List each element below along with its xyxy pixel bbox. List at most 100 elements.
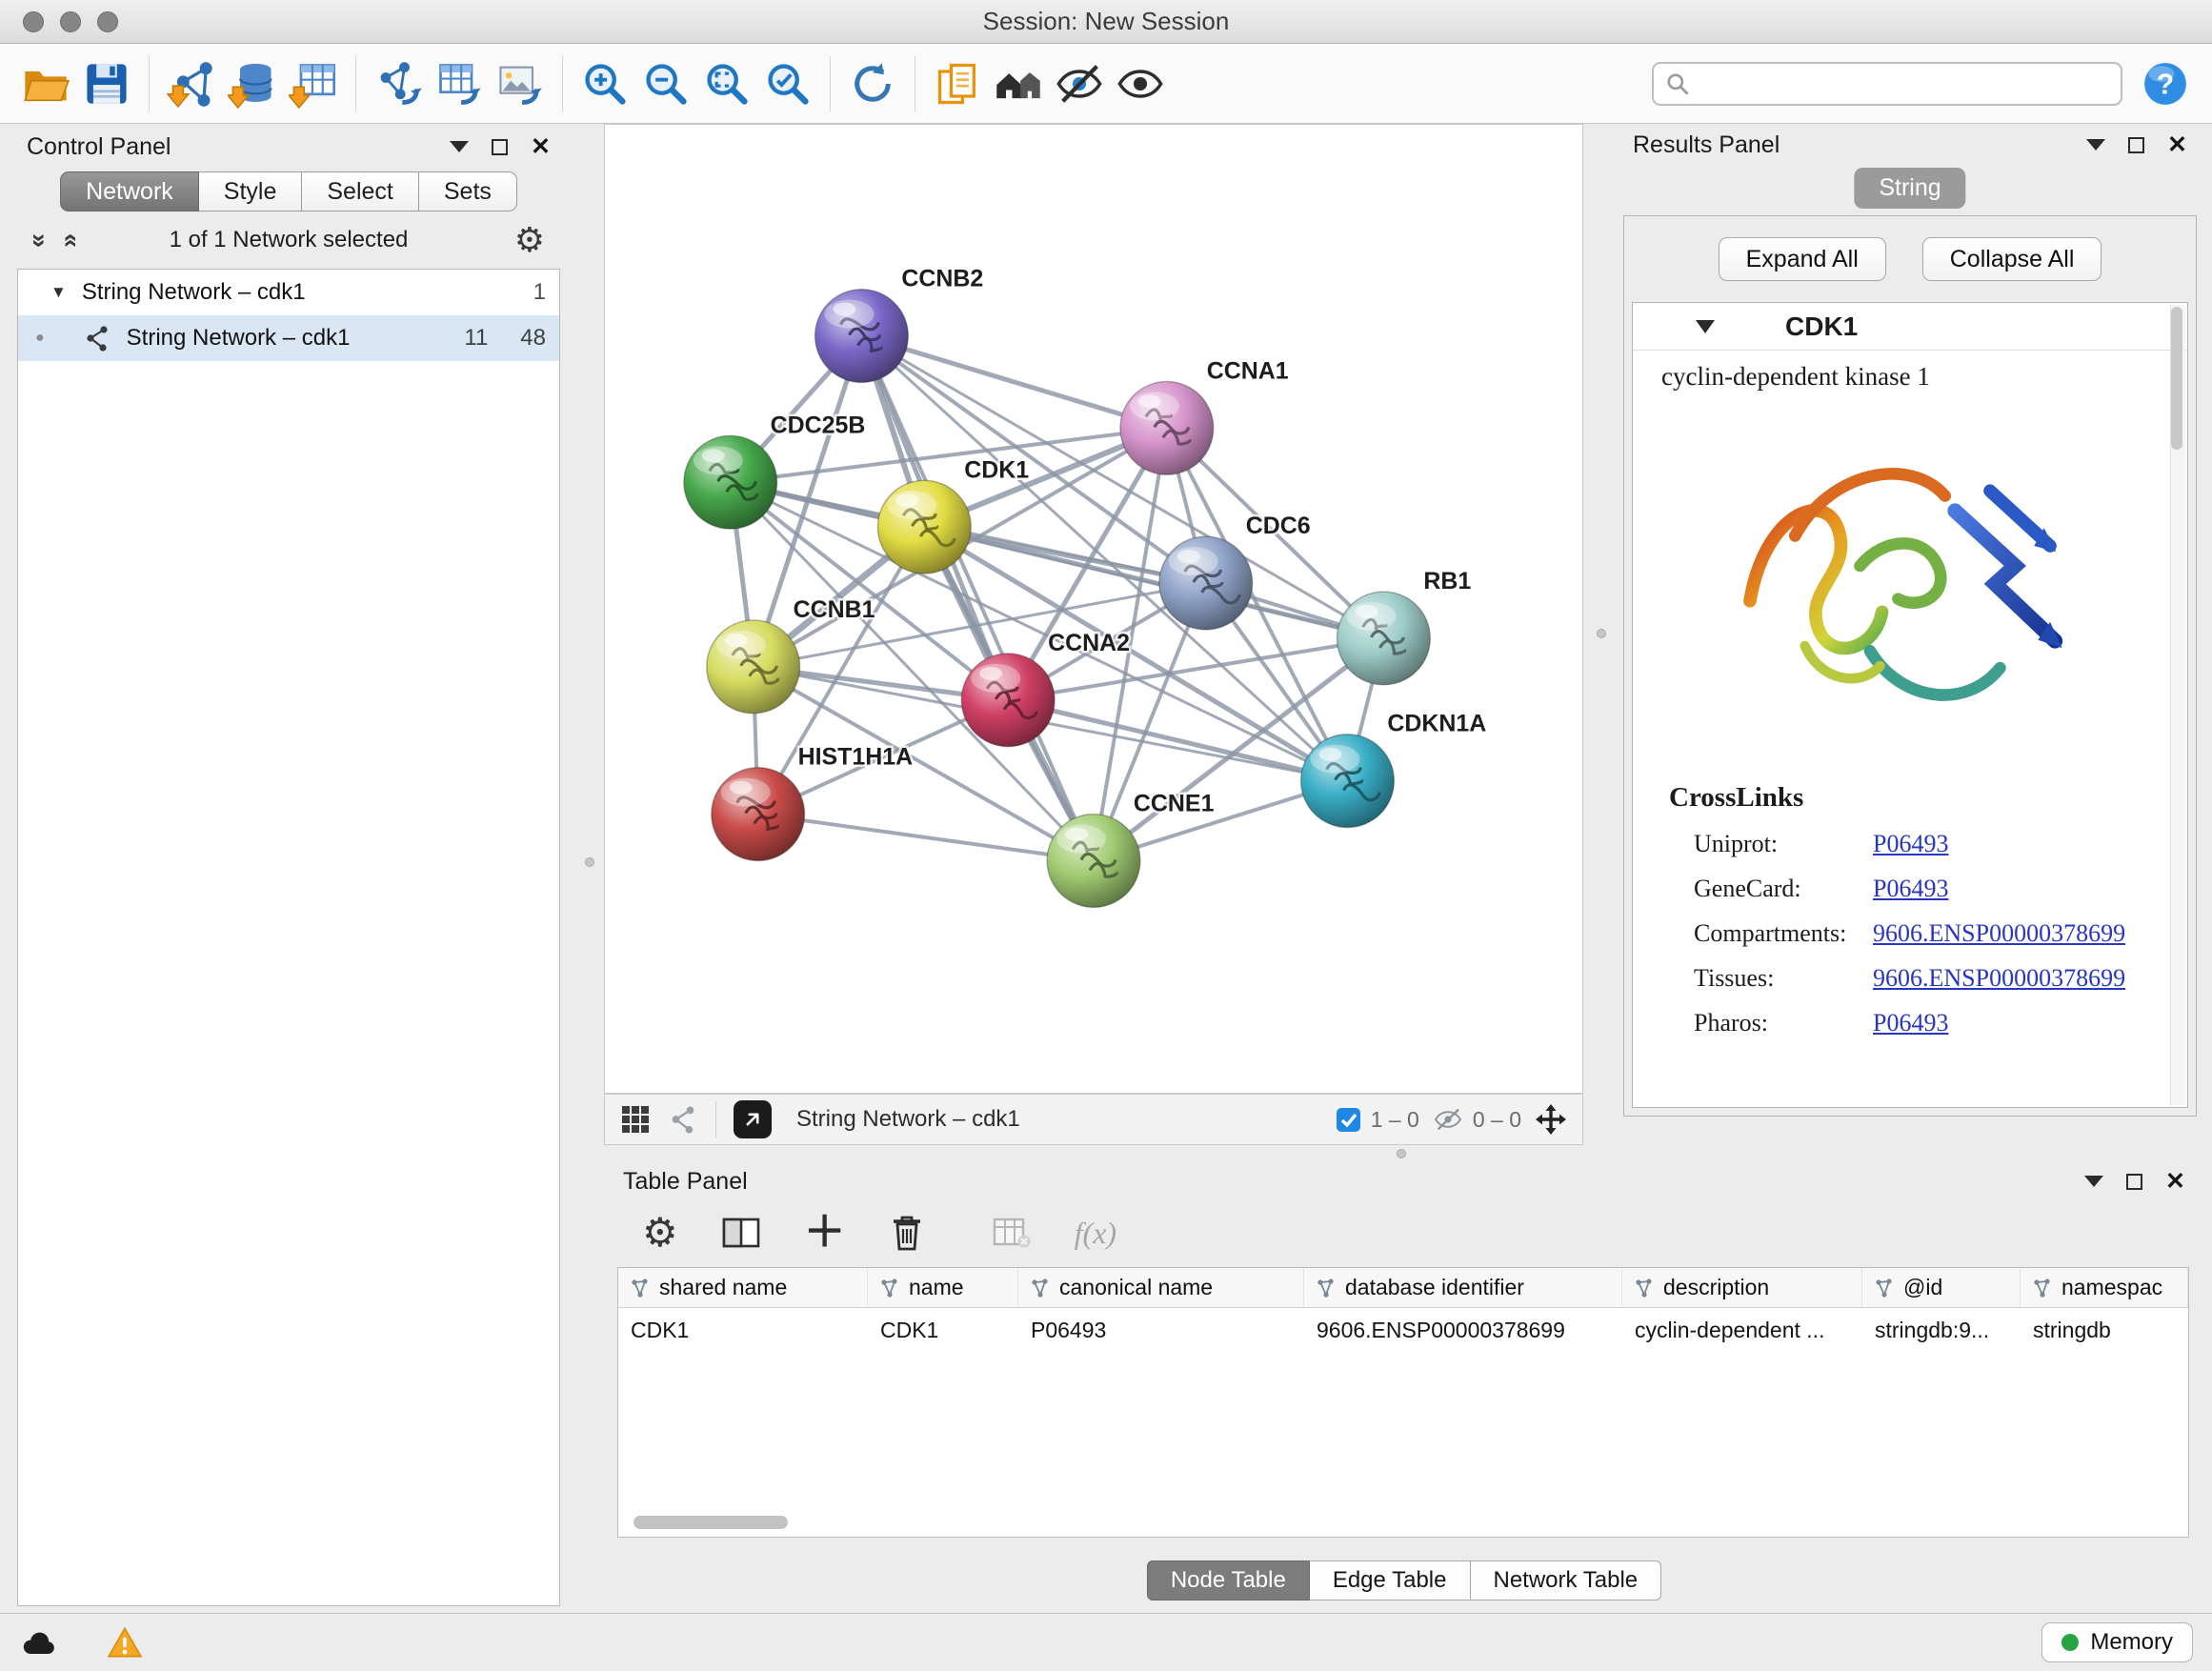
panel-float-icon[interactable] — [2128, 137, 2144, 153]
vertical-splitter-handle[interactable] — [585, 857, 594, 867]
results-panel-header: Results Panel ✕ — [1619, 124, 2201, 166]
results-scrollbar-thumb[interactable] — [2171, 307, 2182, 450]
panel-float-icon[interactable] — [2126, 1174, 2142, 1190]
warning-icon[interactable] — [107, 1626, 143, 1659]
expand-all-icon[interactable]: » — [54, 232, 84, 247]
tab-network[interactable]: Network — [60, 171, 199, 211]
crosslink-link[interactable]: P06493 — [1873, 1009, 1948, 1037]
tab-node-table[interactable]: Node Table — [1147, 1560, 1310, 1601]
import-network-button[interactable] — [161, 53, 222, 114]
tab-select[interactable]: Select — [302, 171, 418, 211]
memory-button[interactable]: Memory — [2041, 1622, 2193, 1662]
zoom-window-button[interactable] — [97, 11, 118, 32]
show-all-button[interactable] — [1110, 53, 1171, 114]
network-node-CDC6[interactable]: CDC6 — [1159, 513, 1311, 630]
table-row[interactable]: CDK1 CDK1 P06493 9606.ENSP00000378699 cy… — [618, 1308, 2188, 1352]
crosslink-row: Pharos: P06493 — [1633, 1000, 2187, 1045]
panel-close-icon[interactable]: ✕ — [531, 135, 551, 159]
cloud-status-icon[interactable] — [19, 1627, 57, 1658]
search-input[interactable] — [1699, 70, 2109, 97]
panel-float-icon[interactable] — [492, 139, 508, 155]
column-header[interactable]: name — [868, 1268, 1018, 1307]
search-box[interactable] — [1652, 62, 2122, 106]
zoom-in-button[interactable] — [574, 53, 635, 114]
table-cell[interactable]: P06493 — [1018, 1308, 1304, 1352]
protein-card-header[interactable]: CDK1 — [1633, 303, 2187, 351]
network-node-HIST1H1A[interactable]: HIST1H1A — [712, 744, 913, 861]
crosslink-link[interactable]: 9606.ENSP00000378699 — [1873, 964, 2125, 993]
network-canvas[interactable]: CCNB2CCNA1CDC25BCDK1CDC6RB1CCNB1CCNA2CDK… — [604, 124, 1583, 1094]
crosslink-link[interactable]: P06493 — [1873, 830, 1948, 858]
node-label-CCNA1: CCNA1 — [1207, 357, 1289, 384]
export-table-button[interactable] — [429, 53, 490, 114]
collapse-all-icon[interactable]: » — [25, 232, 54, 247]
zoom-out-button[interactable] — [635, 53, 696, 114]
add-column-icon[interactable]: ＋ — [804, 1212, 846, 1254]
crosslink-link[interactable]: 9606.ENSP00000378699 — [1873, 919, 2125, 948]
network-collection-row[interactable]: ▼ String Network – cdk1 1 — [18, 270, 559, 315]
crosslink-link[interactable]: P06493 — [1873, 875, 1948, 903]
home-view-button[interactable] — [988, 53, 1049, 114]
close-window-button[interactable] — [23, 11, 44, 32]
results-scrollbar-track[interactable] — [2170, 305, 2185, 1105]
hidden-eye-slash-icon[interactable] — [1433, 1107, 1463, 1132]
network-view-share-icon[interactable] — [668, 1104, 698, 1135]
save-session-button[interactable] — [76, 53, 137, 114]
network-node-RB1[interactable]: RB1 — [1337, 568, 1472, 685]
network-node-CDK1[interactable]: CDK1 — [877, 456, 1029, 574]
panel-close-icon[interactable]: ✕ — [2165, 1170, 2185, 1194]
column-header[interactable]: canonical name — [1018, 1268, 1304, 1307]
apply-layout-button[interactable] — [842, 53, 903, 114]
panel-menu-icon[interactable] — [2084, 1176, 2103, 1187]
table-cell[interactable]: CDK1 — [618, 1308, 868, 1352]
network-node-CDKN1A[interactable]: CDKN1A — [1301, 711, 1487, 828]
import-database-button[interactable] — [222, 53, 283, 114]
panel-menu-icon[interactable] — [2086, 139, 2105, 151]
zoom-selected-button[interactable] — [757, 53, 818, 114]
expand-all-button[interactable]: Expand All — [1719, 237, 1886, 281]
tab-sets[interactable]: Sets — [419, 171, 517, 211]
column-header[interactable]: description — [1622, 1268, 1862, 1307]
table-cell[interactable]: 9606.ENSP00000378699 — [1304, 1308, 1622, 1352]
tab-style[interactable]: Style — [199, 171, 303, 211]
table-cell[interactable]: stringdb — [2021, 1308, 2188, 1352]
show-columns-icon[interactable] — [722, 1217, 760, 1249]
hide-selected-button[interactable] — [1049, 53, 1110, 114]
column-header[interactable]: @id — [1862, 1268, 2021, 1307]
collapse-section-icon[interactable] — [1696, 320, 1715, 333]
help-button[interactable]: ? — [2142, 60, 2189, 108]
network-options-gear-icon[interactable]: ⚙ — [514, 223, 545, 257]
delete-column-trash-icon[interactable] — [890, 1214, 924, 1252]
copy-document-button[interactable] — [927, 53, 988, 114]
panel-close-icon[interactable]: ✕ — [2167, 133, 2187, 157]
column-header[interactable]: database identifier — [1304, 1268, 1622, 1307]
column-header[interactable]: namespac — [2021, 1268, 2188, 1307]
network-node-CCNA1[interactable]: CCNA1 — [1120, 357, 1289, 474]
import-table-button[interactable] — [283, 53, 344, 114]
open-session-button[interactable] — [15, 53, 76, 114]
minimize-window-button[interactable] — [60, 11, 81, 32]
horizontal-splitter-handle[interactable] — [1397, 1149, 1406, 1158]
table-cell[interactable]: stringdb:9... — [1862, 1308, 2021, 1352]
grid-view-icon[interactable] — [620, 1104, 651, 1135]
table-cell[interactable]: CDK1 — [868, 1308, 1018, 1352]
export-image-button[interactable] — [490, 53, 551, 114]
network-graph[interactable]: CCNB2CCNA1CDC25BCDK1CDC6RB1CCNB1CCNA2CDK… — [605, 125, 1582, 1093]
collapse-all-button[interactable]: Collapse All — [1922, 237, 2102, 281]
table-settings-gear-icon[interactable]: ⚙ — [642, 1213, 678, 1253]
network-row-selected[interactable]: ● String Network – cdk1 11 48 — [18, 315, 559, 361]
tab-network-table[interactable]: Network Table — [1471, 1560, 1662, 1601]
export-network-button[interactable] — [368, 53, 429, 114]
pan-move-icon[interactable] — [1535, 1103, 1567, 1136]
selected-checkbox-icon[interactable] — [1336, 1107, 1361, 1133]
table-cell[interactable]: cyclin-dependent ... — [1622, 1308, 1862, 1352]
panel-menu-icon[interactable] — [450, 141, 469, 152]
string-tab[interactable]: String — [1854, 168, 1965, 209]
column-header[interactable]: shared name — [618, 1268, 868, 1307]
tree-expander-icon[interactable]: ▼ — [50, 283, 67, 302]
annotation-mode-button[interactable] — [734, 1100, 772, 1138]
vertical-splitter-handle[interactable] — [1597, 629, 1606, 638]
tab-edge-table[interactable]: Edge Table — [1310, 1560, 1471, 1601]
zoom-fit-button[interactable] — [696, 53, 757, 114]
table-horizontal-scrollbar[interactable] — [633, 1516, 788, 1529]
